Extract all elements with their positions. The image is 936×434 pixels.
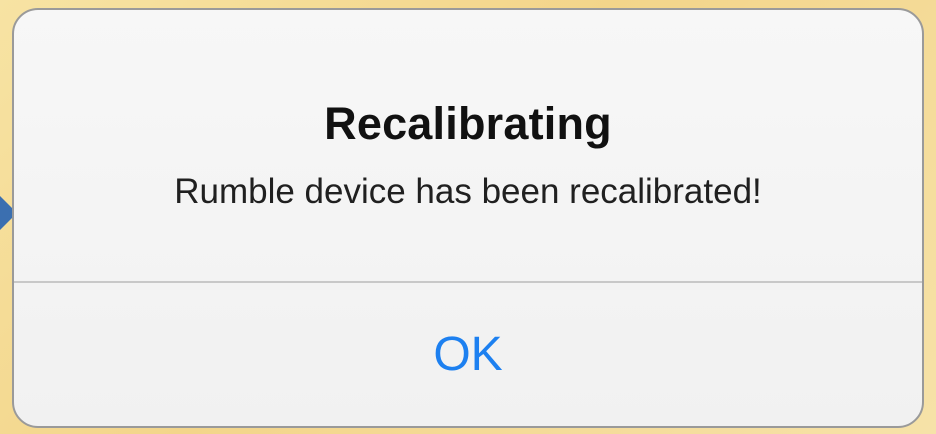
alert-body: Recalibrating Rumble device has been rec…	[14, 10, 922, 281]
alert-message: Rumble device has been recalibrated!	[174, 172, 762, 211]
alert-dialog: Recalibrating Rumble device has been rec…	[12, 8, 924, 428]
alert-title: Recalibrating	[324, 98, 612, 149]
ok-button[interactable]: OK	[14, 283, 922, 426]
